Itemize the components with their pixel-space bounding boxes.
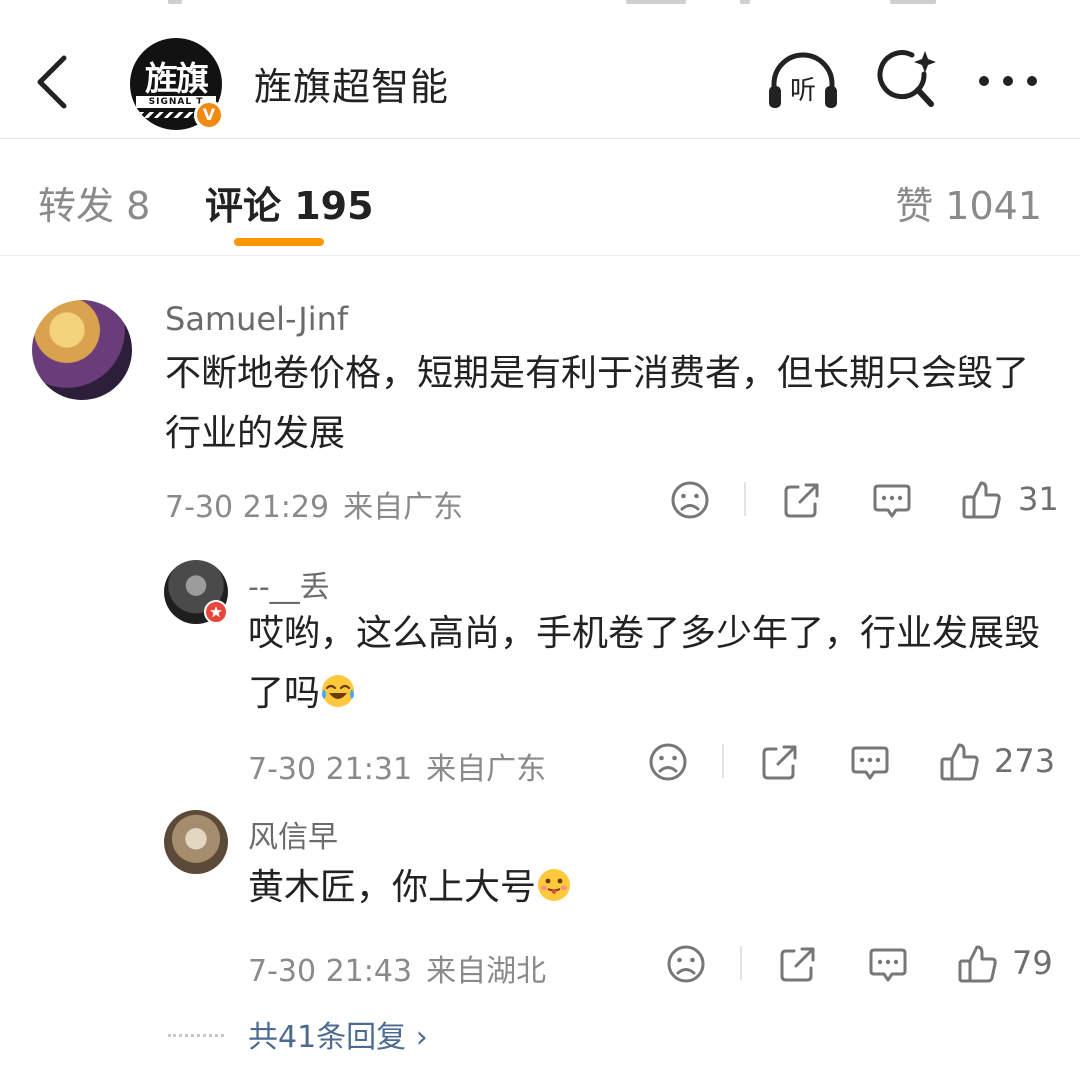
share-icon[interactable] xyxy=(780,478,824,522)
active-tab-indicator xyxy=(234,238,324,246)
reply-bubble-icon[interactable] xyxy=(870,478,914,522)
reply-meta: 7-30 21:31 来自广东 xyxy=(248,744,546,788)
avatar[interactable] xyxy=(164,810,228,874)
thumbs-up-icon[interactable] xyxy=(938,740,982,784)
reply-time: 7-30 21:31 xyxy=(248,752,413,787)
reply-text: 哎哟，这么高尚，手机卷了多少年了，行业发展毁了吗 xyxy=(248,604,1048,724)
action-divider xyxy=(722,744,724,778)
reply-bubble-icon[interactable] xyxy=(866,942,910,986)
reply-location: 来自湖北 xyxy=(426,954,547,989)
avatar[interactable] xyxy=(32,300,132,400)
reply-username[interactable]: 风信早 xyxy=(248,812,338,856)
comment-actions: 31 xyxy=(668,478,1059,522)
thumbs-up-icon[interactable] xyxy=(956,942,1000,986)
reply-actions: 79 xyxy=(664,942,1053,986)
tab-comments[interactable]: 评论 195 xyxy=(205,175,374,230)
top-bar: 旌旗 SIGNAL T V 旌旗超智能 听 xyxy=(0,0,1080,139)
reply-text: 黄木匠，你上大号 xyxy=(248,858,1048,918)
member-badge xyxy=(204,600,228,624)
tab-repost[interactable]: 转发 8 xyxy=(38,175,150,230)
action-divider xyxy=(740,946,742,980)
tongue-out-emoji xyxy=(538,869,571,901)
chevron-left-icon[interactable] xyxy=(30,50,78,114)
reply-text-content: 黄木匠，你上大号 xyxy=(248,867,537,908)
reply-meta: 7-30 21:43 来自湖北 xyxy=(248,946,546,990)
reply-location: 来自广东 xyxy=(426,752,547,787)
dislike-face-icon[interactable] xyxy=(664,942,708,986)
reply-actions: 273 xyxy=(646,740,1055,784)
reply-text-content: 哎哟，这么高尚，手机卷了多少年了，行业发展毁了吗 xyxy=(248,613,1041,714)
verified-badge: V xyxy=(194,100,224,130)
comment-location: 来自广东 xyxy=(343,490,464,525)
more-dots-icon[interactable] xyxy=(976,66,1040,96)
dislike-face-icon[interactable] xyxy=(646,740,690,784)
like-count: 31 xyxy=(1018,480,1059,518)
tab-likes[interactable]: 赞 1041 xyxy=(895,175,1042,230)
logo-text: 旌旗 xyxy=(145,59,209,98)
comment-text: 不断地卷价格，短期是有利于消费者，但长期只会毁了行业的发展 xyxy=(165,353,1030,454)
comment-username[interactable]: Samuel-Jinf xyxy=(165,300,348,338)
thumbs-up-icon[interactable] xyxy=(960,478,1004,522)
comment-time: 7-30 21:29 xyxy=(165,490,330,525)
listen-label: 听 xyxy=(790,76,816,106)
dislike-face-icon[interactable] xyxy=(668,478,712,522)
reply-time: 7-30 21:43 xyxy=(248,954,413,989)
like-count: 79 xyxy=(1012,944,1053,982)
tab-bar: 转发 8 评论 195 赞 1041 xyxy=(0,139,1080,256)
share-icon[interactable] xyxy=(776,942,820,986)
like-count: 273 xyxy=(994,742,1056,780)
dotted-leader xyxy=(168,1034,224,1037)
comment-meta: 7-30 21:29 来自广东 xyxy=(165,482,463,526)
status-bar-remnant xyxy=(0,0,1080,8)
reply-username[interactable]: --__丢 xyxy=(248,562,330,606)
action-divider xyxy=(744,482,746,516)
account-name[interactable]: 旌旗超智能 xyxy=(254,56,449,111)
laugh-cry-emoji xyxy=(322,675,355,707)
reply-bubble-icon[interactable] xyxy=(848,740,892,784)
search-sparkle-icon[interactable] xyxy=(876,48,938,110)
more-replies-label[interactable]: 共41条回复 › xyxy=(248,1012,428,1056)
headphones-listen-icon[interactable]: 听 xyxy=(766,50,840,112)
share-icon[interactable] xyxy=(758,740,802,784)
